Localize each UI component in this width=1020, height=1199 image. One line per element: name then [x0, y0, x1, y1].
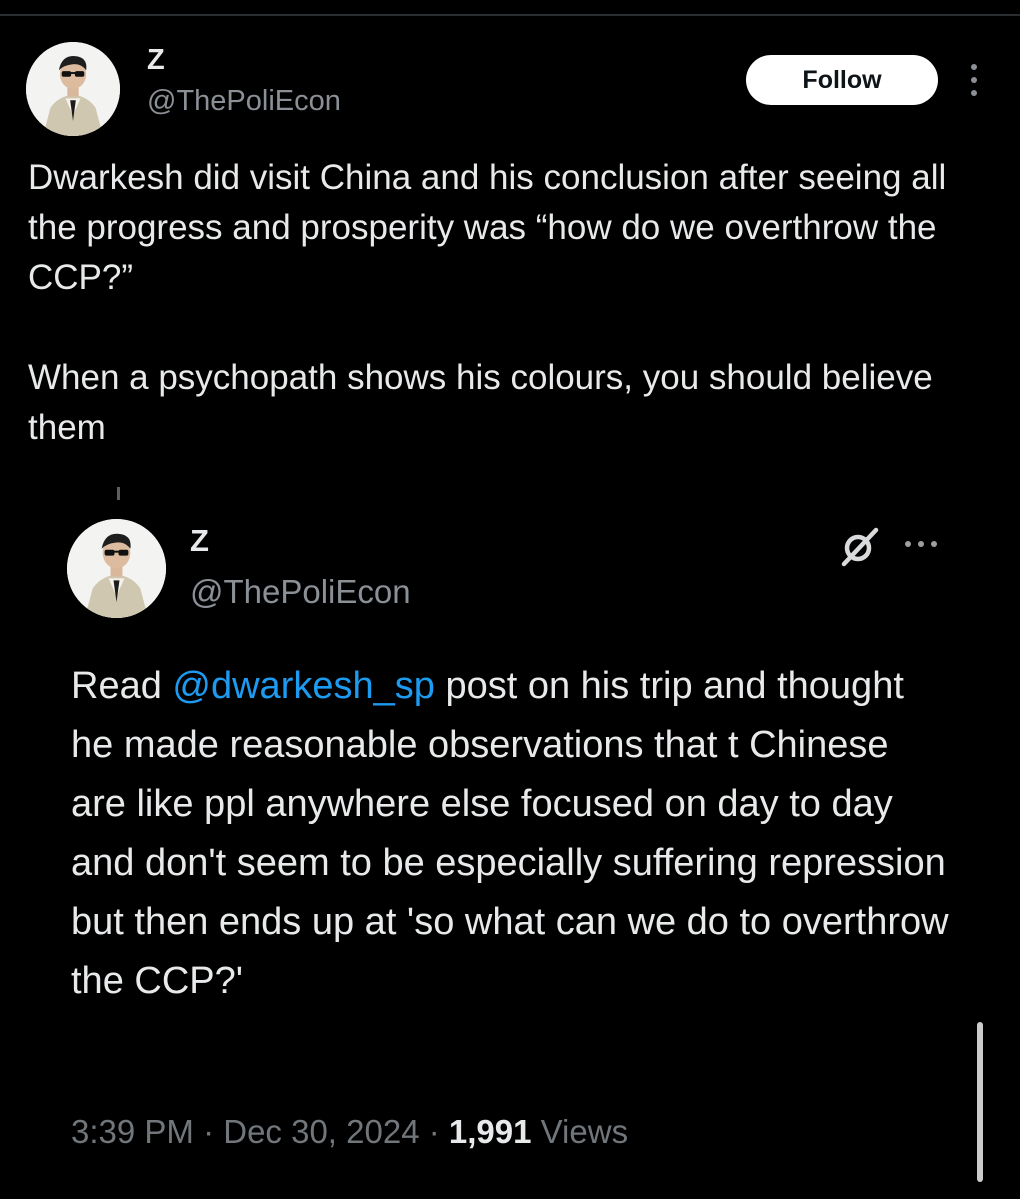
avatar-image [26, 42, 120, 136]
quoted-text-body: post on his trip and thought he made rea… [71, 665, 949, 1002]
tweet-metadata: 3:39 PM · Dec 30, 2024 · 1,991 Views [71, 1113, 628, 1151]
quoted-text-prefix: Read [71, 665, 173, 707]
author-avatar[interactable] [26, 42, 120, 136]
dot [971, 90, 977, 96]
dot [931, 541, 937, 547]
quoted-author-handle[interactable]: @ThePoliEcon [190, 573, 411, 611]
tweet-date[interactable]: Dec 30, 2024 [223, 1113, 419, 1150]
author-name[interactable]: Z [147, 44, 165, 77]
mention-link[interactable]: @dwarkesh_sp [172, 665, 434, 707]
thread-connector [117, 487, 120, 500]
dot [905, 541, 911, 547]
dot [971, 77, 977, 83]
quoted-author-name[interactable]: Z [190, 523, 209, 559]
dot [971, 64, 977, 70]
quoted-author-avatar[interactable] [67, 519, 166, 618]
grok-icon[interactable] [840, 527, 880, 567]
tweet-paragraph: When a psychopath shows his colours, you… [28, 358, 933, 447]
top-divider [0, 14, 1020, 16]
meta-separator: · [193, 1113, 224, 1150]
dot [918, 541, 924, 547]
quoted-tweet-text: Read @dwarkesh_sp post on his trip and t… [71, 657, 951, 1011]
follow-button[interactable]: Follow [746, 55, 938, 105]
views-count[interactable]: 1,991 [449, 1113, 532, 1150]
tweet-text: Dwarkesh did visit China and his conclus… [28, 153, 1003, 453]
tweet-paragraph: Dwarkesh did visit China and his conclus… [28, 158, 947, 297]
more-horizontal-icon[interactable] [902, 538, 946, 550]
meta-separator: · [419, 1113, 449, 1150]
scrollbar[interactable] [977, 1022, 983, 1182]
tweet-time[interactable]: 3:39 PM [71, 1113, 194, 1150]
avatar-image [67, 519, 166, 618]
more-vertical-icon[interactable] [962, 62, 986, 102]
author-handle[interactable]: @ThePoliEcon [147, 85, 341, 118]
views-label: Views [531, 1113, 629, 1150]
